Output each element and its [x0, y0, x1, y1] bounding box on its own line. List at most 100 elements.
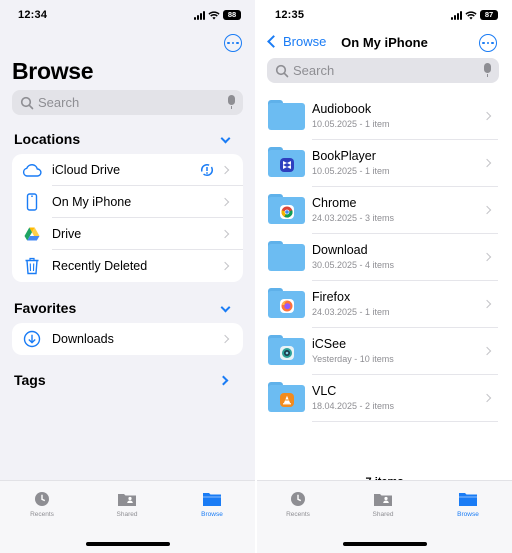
folder-icon: [438, 491, 498, 507]
tags-header: Tags: [14, 372, 46, 388]
microphone-icon[interactable]: [484, 63, 491, 77]
favorites-header: Favorites: [14, 300, 77, 316]
folder-meta: 10.05.2025 - 1 item: [312, 166, 390, 176]
tab-browse[interactable]: Browse: [438, 491, 498, 518]
chevron-right-icon: [482, 111, 492, 121]
folder-icon: [268, 382, 305, 412]
search-icon: [275, 64, 289, 77]
folder-meta: 24.03.2025 - 3 items: [312, 213, 395, 223]
tab-label: Shared: [116, 511, 138, 518]
more-options-button[interactable]: [224, 34, 242, 52]
chevron-right-icon: [482, 205, 492, 215]
location-label: On My iPhone: [52, 195, 132, 209]
location-on-my-iphone[interactable]: On My iPhone: [12, 186, 243, 218]
folder-name: VLC: [312, 384, 337, 398]
location-label: iCloud Drive: [52, 163, 121, 177]
folder-name: Chrome: [312, 196, 357, 210]
clock-icon: [12, 491, 72, 507]
folder-row-firefox[interactable]: Firefox 24.03.2025 - 1 item: [257, 281, 512, 328]
search-field[interactable]: Search: [12, 90, 243, 115]
page-title: Browse: [12, 58, 94, 84]
folder-icon: [268, 194, 305, 224]
chevron-right-icon: [482, 252, 492, 262]
tab-label: Recents: [30, 511, 54, 518]
favorite-label: Downloads: [52, 332, 114, 346]
vlc-icon: [280, 393, 294, 407]
battery-icon: 88: [223, 10, 241, 20]
folder-name: iCSee: [312, 337, 347, 351]
browse-screen: 12:34 88 Browse Search Locations iCloud …: [0, 0, 255, 553]
tab-label: Browse: [201, 511, 223, 518]
status-bar: 12:35 87: [257, 9, 512, 23]
locations-collapse-chevron-icon[interactable]: [220, 133, 231, 144]
chevron-right-icon: [482, 158, 492, 168]
bookplayer-icon: [280, 158, 294, 172]
home-indicator[interactable]: [85, 542, 170, 546]
shared-folder-icon: [97, 491, 157, 507]
location-icloud-drive[interactable]: iCloud Drive: [12, 154, 243, 186]
favorites-collapse-chevron-icon[interactable]: [220, 302, 231, 313]
chevron-right-icon: [482, 393, 492, 403]
nav-title: On My iPhone: [341, 35, 428, 50]
folder-row-bookplayer[interactable]: BookPlayer 10.05.2025 - 1 item: [257, 140, 512, 187]
tags-expand-chevron-icon[interactable]: [218, 375, 229, 386]
status-bar: 12:34 88: [0, 9, 255, 23]
folder-meta: 24.03.2025 - 1 item: [312, 307, 390, 317]
location-label: Recently Deleted: [52, 259, 148, 273]
locations-header: Locations: [14, 131, 81, 147]
folder-name: BookPlayer: [312, 149, 376, 163]
tab-shared[interactable]: Shared: [353, 491, 413, 518]
cellular-signal-icon: [451, 10, 462, 20]
tab-recents[interactable]: Recents: [268, 491, 328, 518]
status-time: 12:35: [275, 9, 305, 21]
tab-browse[interactable]: Browse: [182, 491, 242, 518]
iphone-icon: [22, 193, 42, 211]
folder-row-download[interactable]: Download 30.05.2025 - 4 items: [257, 234, 512, 281]
shared-folder-icon: [353, 491, 413, 507]
tab-shared[interactable]: Shared: [97, 491, 157, 518]
folder-row-vlc[interactable]: VLC 18.04.2025 - 2 items: [257, 375, 512, 422]
location-drive[interactable]: Drive: [12, 218, 243, 250]
wifi-icon: [208, 10, 220, 19]
folder-meta: Yesterday - 10 items: [312, 354, 394, 364]
chevron-right-icon: [482, 346, 492, 356]
cellular-signal-icon: [194, 10, 205, 20]
cloud-icon: [22, 161, 42, 179]
wifi-icon: [465, 10, 477, 19]
chevron-right-icon: [220, 229, 230, 239]
tab-label: Shared: [372, 511, 394, 518]
location-label: Drive: [52, 227, 82, 241]
chevron-right-icon: [220, 334, 230, 344]
folder-icon: [268, 100, 305, 130]
folder-row-audiobook[interactable]: Audiobook 10.05.2025 - 1 item: [257, 93, 512, 140]
chevron-right-icon: [220, 165, 230, 175]
search-placeholder: Search: [38, 95, 80, 110]
folder-meta: 18.04.2025 - 2 items: [312, 401, 395, 411]
locations-list: iCloud Drive On My iPhone Drive Recently…: [12, 154, 243, 282]
folder-meta: 10.05.2025 - 1 item: [312, 119, 390, 129]
chevron-right-icon: [220, 197, 230, 207]
microphone-icon[interactable]: [228, 95, 235, 109]
trash-icon: [22, 257, 42, 275]
tab-label: Browse: [457, 511, 479, 518]
folder-row-icsee[interactable]: iCSee Yesterday - 10 items: [257, 328, 512, 375]
search-icon: [20, 96, 34, 109]
tab-label: Recents: [286, 511, 310, 518]
folder-name: Firefox: [312, 290, 351, 304]
search-field[interactable]: Search: [267, 58, 499, 83]
folder-name: Download: [312, 243, 368, 257]
chevron-right-icon: [220, 261, 230, 271]
on-my-iphone-screen: 12:35 87 Browse On My iPhone Search Audi…: [257, 0, 512, 553]
icsee-icon: [280, 346, 294, 360]
folder-meta: 30.05.2025 - 4 items: [312, 260, 395, 270]
clock-icon: [268, 491, 328, 507]
tab-recents[interactable]: Recents: [12, 491, 72, 518]
favorite-downloads[interactable]: Downloads: [12, 323, 243, 355]
chrome-icon: [280, 205, 294, 219]
firefox-icon: [280, 299, 294, 313]
folder-icon: [268, 335, 305, 365]
more-options-button[interactable]: [479, 34, 497, 52]
folder-row-chrome[interactable]: Chrome 24.03.2025 - 3 items: [257, 187, 512, 234]
home-indicator[interactable]: [342, 542, 427, 546]
location-recently-deleted[interactable]: Recently Deleted: [12, 250, 243, 282]
